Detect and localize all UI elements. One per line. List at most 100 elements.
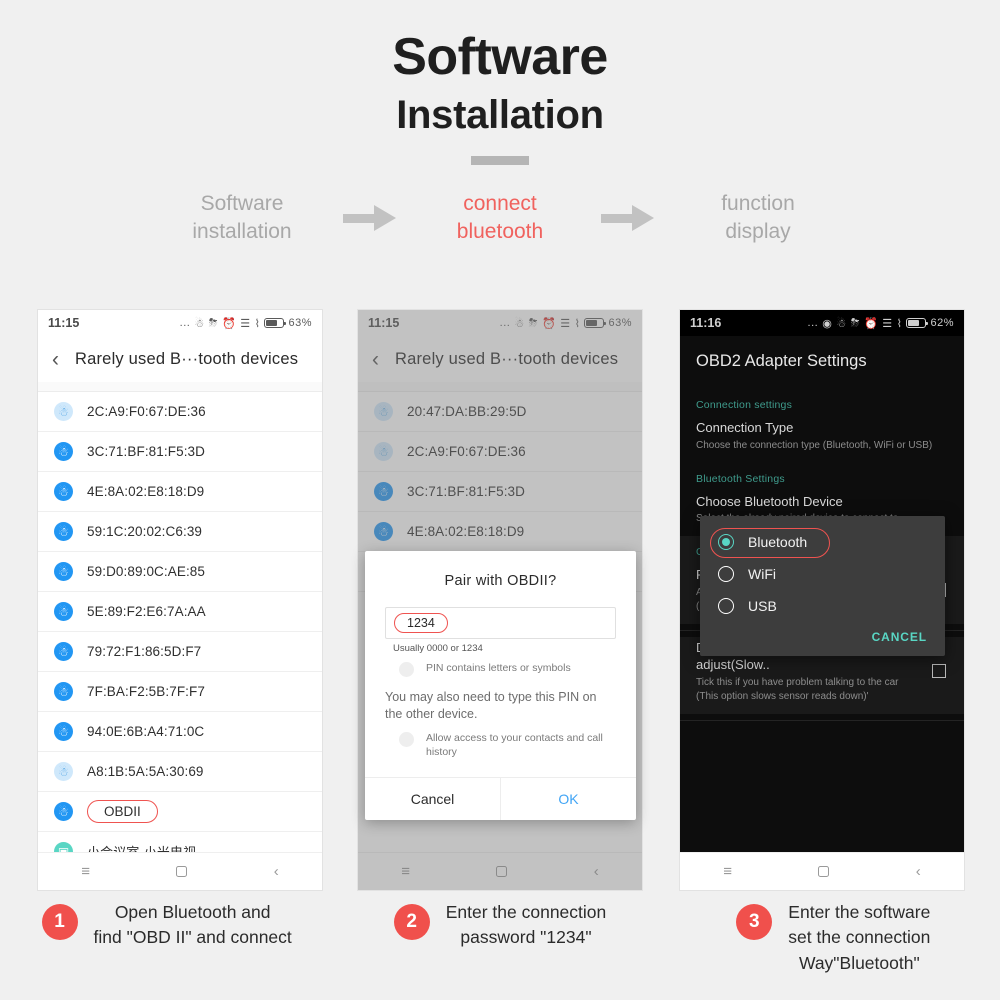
dialog-cancel-button[interactable]: CANCEL — [700, 622, 945, 650]
wifi-icon: ⌇ — [254, 317, 261, 330]
notification-dots-icon: ... — [179, 317, 191, 329]
pair-dialog-actions: Cancel OK — [365, 777, 636, 821]
device-list-item[interactable]: ☃ 3C:71:BF:81:F5:3D — [38, 432, 322, 472]
bluetooth-icon: ☃ — [54, 562, 73, 581]
location-icon: ◉ — [822, 317, 833, 330]
allow-contacts-checkbox-row[interactable]: Allow access to your contacts and call h… — [365, 724, 636, 759]
device-list-item[interactable]: ☃ 4E:8A:02:E8:18:D9 — [38, 472, 322, 512]
bluetooth-icon: ☃ — [374, 482, 393, 501]
step-1-line1: Software — [200, 192, 284, 215]
device-list-item[interactable]: ☃ 2C:A9:F0:67:DE:36 — [358, 432, 642, 472]
wifi-icon: ⌇ — [896, 317, 903, 330]
device-list-item[interactable]: ☃ 20:47:DA:BB:29:5D — [358, 392, 642, 432]
device-list-item[interactable]: ☃ 59:D0:89:0C:AE:85 — [38, 552, 322, 592]
caption-3-line1: Enter the software — [788, 902, 931, 922]
settings-item[interactable]: Connection Type Choose the connection typ… — [680, 417, 964, 463]
notification-dots-icon: ... — [807, 317, 819, 329]
back-icon[interactable]: ‹ — [372, 349, 379, 370]
device-list-item[interactable]: ☃ 59:1C:20:02:C6:39 — [38, 512, 322, 552]
device-list-item[interactable]: ☃ 4E:8A:02:E8:18:D9 — [358, 512, 642, 552]
checkbox-icon[interactable] — [399, 732, 414, 747]
pair-dialog[interactable]: Pair with OBDII? 1234 Usually 0000 or 12… — [365, 551, 636, 821]
caption-3: 3 Enter the software set the connection … — [667, 900, 1000, 976]
android-navbar-2[interactable]: ≡ ‹ — [358, 852, 642, 890]
device-list-item[interactable]: ☃ A8:1B:5A:5A:30:69 — [38, 752, 322, 792]
status-clock: 11:15 — [48, 316, 80, 330]
home-icon[interactable] — [496, 866, 508, 877]
wifi-icon: ⌇ — [574, 317, 581, 330]
ok-button[interactable]: OK — [501, 778, 636, 820]
status-bar-2: 11:15 ... ☃ ⛈ ⏰ ☰ ⌇ 63% — [358, 310, 642, 336]
device-list-item[interactable]: ☃ 94:0E:6B:A4:71:0C — [38, 712, 322, 752]
step-badge-2: 2 — [393, 904, 430, 940]
settings-item-title: Connection Type — [696, 420, 794, 435]
status-clock: 11:15 — [368, 316, 400, 330]
settings-section-header: Connection settings — [696, 399, 793, 411]
step-connect-bluetooth: connect bluetooth — [425, 190, 575, 246]
signal-icon: ☰ — [240, 317, 251, 330]
pin-input[interactable]: 1234 — [385, 607, 616, 639]
bluetooth-device-list[interactable]: ☃ 2C:A9:F0:67:DE:36 ☃ 3C:71:BF:81:F5:3D ☃ 4E:… — [38, 392, 322, 872]
bluetooth-icon: ☃ — [54, 602, 73, 621]
radio-option-usb[interactable]: USB — [700, 590, 945, 622]
device-name: 79:72:F1:86:5D:F7 — [87, 644, 202, 659]
step-3-line1: function — [721, 192, 795, 215]
step-1-line2: installation — [192, 219, 292, 243]
radio-option-bluetooth[interactable]: Bluetooth — [700, 526, 945, 558]
cancel-button[interactable]: Cancel — [365, 778, 500, 820]
radio-icon[interactable] — [718, 566, 734, 582]
appbar-separator — [358, 382, 642, 392]
device-list-item[interactable]: ☃ 79:72:F1:86:5D:F7 — [38, 632, 322, 672]
navbar-back-icon[interactable]: ‹ — [594, 864, 599, 879]
android-navbar-1[interactable]: ≡ ‹ — [38, 852, 322, 890]
radio-icon[interactable] — [718, 598, 734, 614]
phone-screenshot-1: 11:15 ... ☃ ⛈ ⏰ ☰ ⌇ 63% ‹ Rarely used B·… — [38, 310, 322, 890]
settings-checkbox[interactable] — [932, 664, 946, 679]
android-navbar-3[interactable]: ≡ ‹ — [680, 852, 964, 890]
settings-item-subtitle: Tick this if you have problem talking to… — [696, 676, 899, 702]
device-name: A8:1B:5A:5A:30:69 — [87, 764, 204, 779]
battery-icon — [906, 318, 929, 328]
radio-label: WiFi — [748, 566, 776, 582]
arrow-right-icon-1 — [343, 204, 399, 231]
page-title-line1: Software — [392, 28, 608, 86]
app-bar-title: Rarely used B···tooth devices — [395, 349, 619, 368]
settings-divider — [680, 719, 964, 721]
battery-icon — [264, 318, 287, 328]
device-list-item[interactable]: ☃ OBDII — [38, 792, 322, 832]
app-bar-1: ‹ Rarely used B···tooth devices — [38, 336, 322, 382]
page-root: Software Installation Software installat… — [0, 0, 1000, 1000]
settings-item-subtitle: Choose the connection type (Bluetooth, W… — [696, 439, 933, 451]
settings-page-title: OBD2 Adapter Settings — [696, 352, 867, 370]
device-name: 59:D0:89:0C:AE:85 — [87, 564, 206, 579]
bluetooth-status-icon: ☃ — [836, 317, 847, 330]
step-badge-3: 3 — [736, 904, 773, 940]
device-list-item[interactable]: ☃ 5E:89:F2:E6:7A:AA — [38, 592, 322, 632]
device-list-item[interactable]: ☃ 7F:BA:F2:5B:7F:F7 — [38, 672, 322, 712]
recents-icon[interactable]: ≡ — [81, 864, 90, 879]
checkbox-icon[interactable] — [399, 662, 414, 677]
connection-type-dialog[interactable]: Bluetooth WiFi USB CANCEL — [700, 516, 945, 656]
bluetooth-icon: ☃ — [54, 802, 73, 821]
recents-icon[interactable]: ≡ — [723, 864, 732, 879]
navbar-back-icon[interactable]: ‹ — [274, 864, 279, 879]
page-header: Software Installation — [0, 28, 1000, 165]
caption-3-text: Enter the software set the connection Wa… — [788, 900, 930, 976]
battery-percent: 63% — [288, 317, 312, 329]
navbar-back-icon[interactable]: ‹ — [916, 864, 921, 879]
device-list-item[interactable]: ☃ 2C:A9:F0:67:DE:36 — [38, 392, 322, 432]
device-list-item[interactable]: ☃ 3C:71:BF:81:F5:3D — [358, 472, 642, 512]
pin-letters-checkbox-row[interactable]: PIN contains letters or symbols — [365, 654, 636, 677]
home-icon[interactable] — [176, 866, 188, 877]
alarm-icon: ⏰ — [864, 317, 879, 330]
radio-option-wifi[interactable]: WiFi — [700, 558, 945, 590]
recents-icon[interactable]: ≡ — [401, 864, 410, 879]
app-bar-2: ‹ Rarely used B···tooth devices — [358, 336, 642, 382]
caption-1: 1 Open Bluetooth and find "OBD II" and c… — [0, 900, 333, 976]
radio-icon[interactable] — [718, 534, 734, 550]
caption-2-text: Enter the connection password "1234" — [446, 900, 607, 951]
radio-label: USB — [748, 598, 777, 614]
home-icon[interactable] — [818, 866, 830, 877]
pin-value: 1234 — [394, 613, 448, 633]
back-icon[interactable]: ‹ — [52, 349, 59, 370]
